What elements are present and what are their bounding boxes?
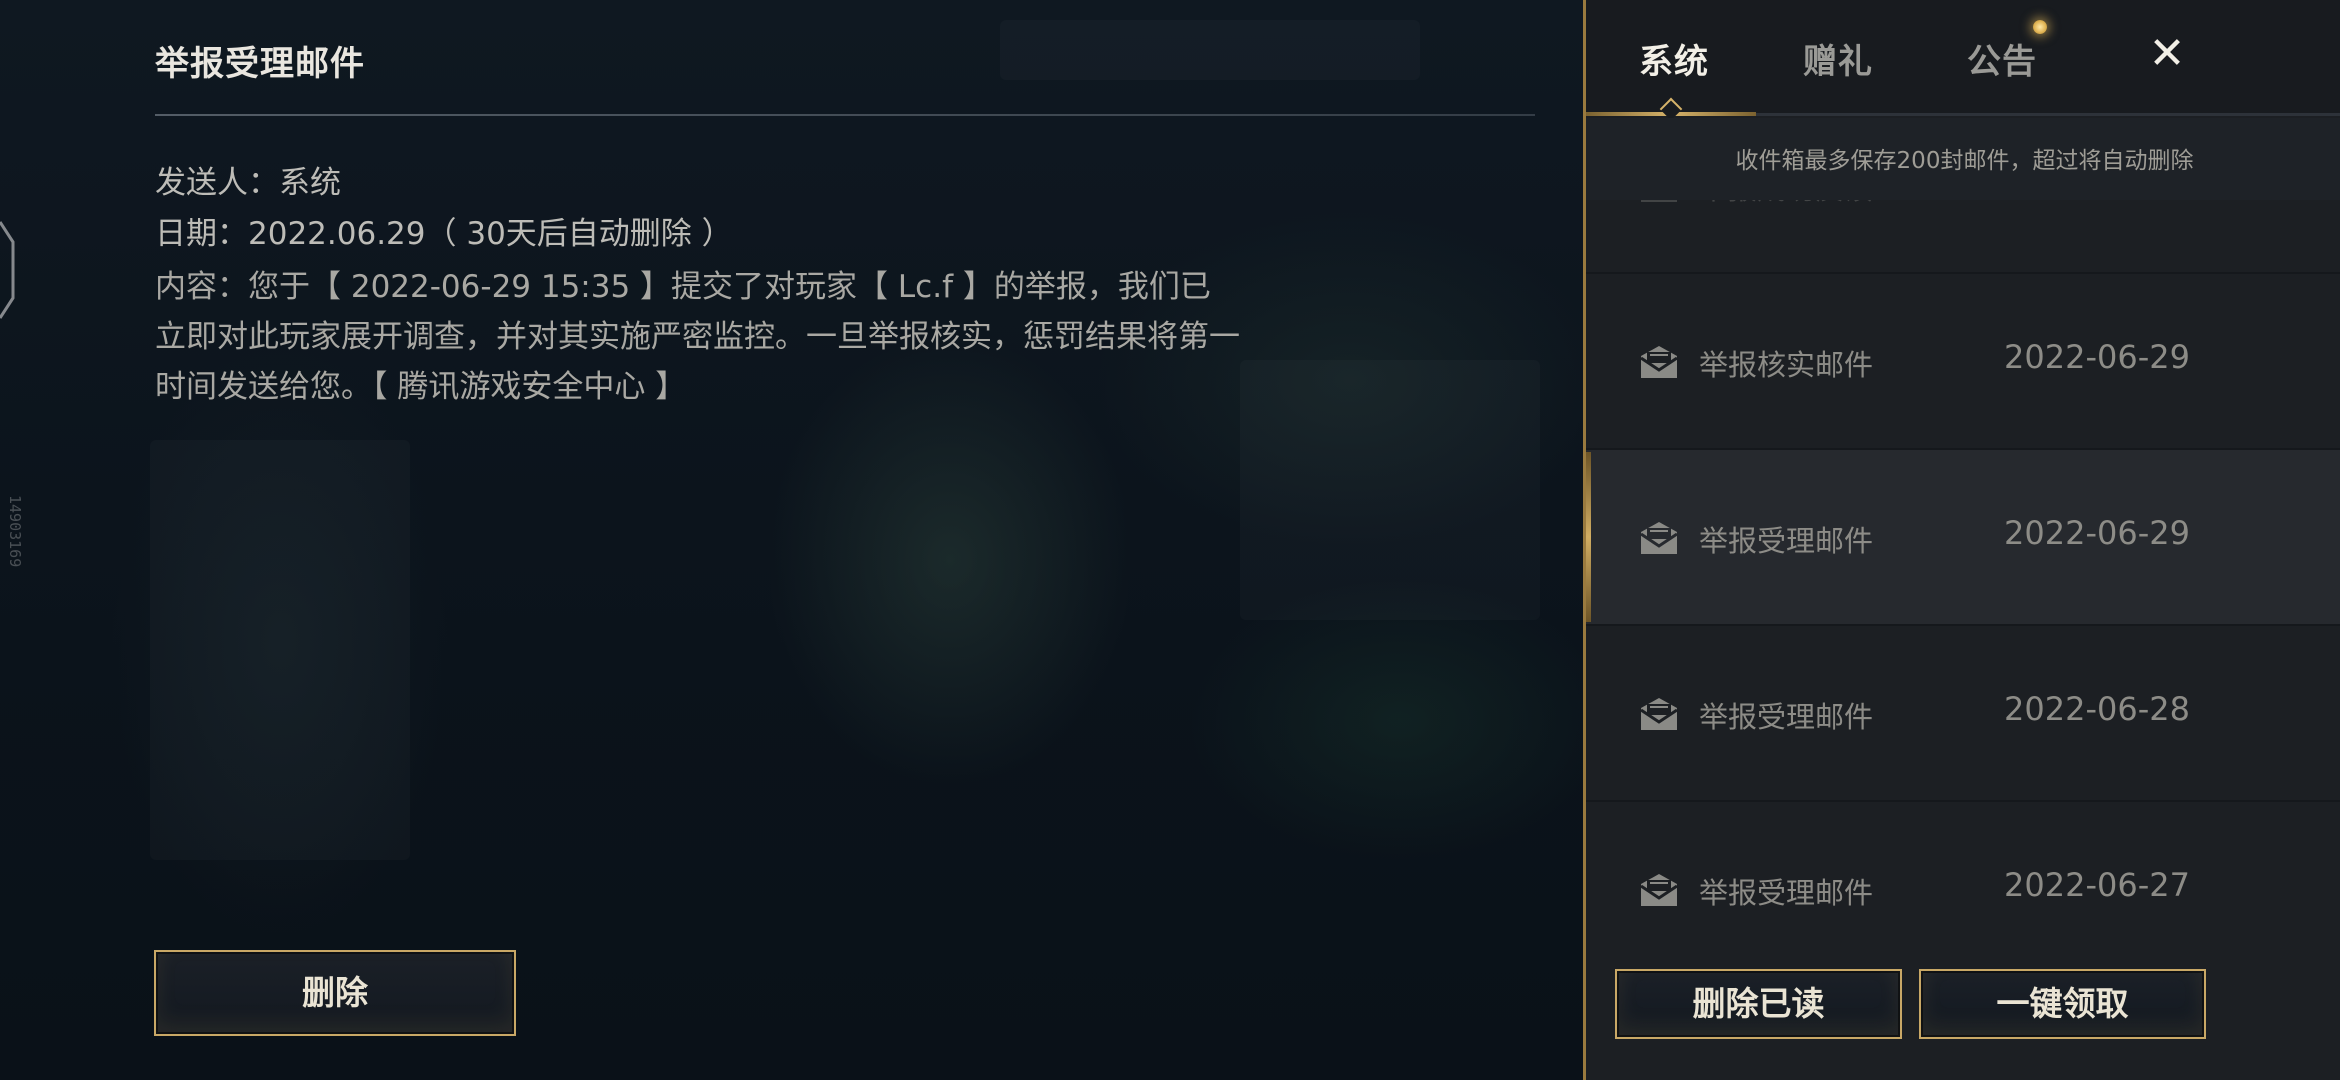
mail-title: 举报受理邮件 [1699,700,1874,734]
mail-detail: 举报受理邮件 发送人：系统 日期：2022.06.29（ 30天后自动删除 ） … [155,0,1535,1080]
mail-date: 2022-06-29 [2004,514,2190,552]
mail-title: 举报受理邮件 [1699,524,1874,558]
envelope-icon [1640,698,1678,730]
envelope-icon [1641,200,1677,202]
expiry-note: （ 30天后自动删除 ） [425,216,733,252]
mail-title: 举报成功反馈 [1699,200,1873,208]
close-icon[interactable]: ✕ [2144,32,2190,78]
active-tab-caret-icon [1659,97,1683,121]
mail-title: 举报核实邮件 [1699,348,1874,382]
mail-list-item[interactable]: 举报成功反馈 2022-06-29 [1586,200,2340,274]
mail-panel: 系统 赠礼 公告 ✕ 收件箱最多保存200封邮件，超过将自动删除 举报成功反馈 … [1583,0,2340,1080]
envelope-icon [1640,874,1678,906]
mail-list-item[interactable]: 举报受理邮件 2022-06-27 [1586,802,2340,940]
delete-button[interactable]: 删除 [154,950,516,1036]
envelope-icon [1640,522,1678,554]
mail-date: 2022-06-28 [2004,690,2190,728]
mail-date: 2022-06-29 [2004,338,2190,376]
sender-value: 系统 [279,165,341,201]
hexagon-frame-icon [0,221,15,319]
tab-gift[interactable]: 赠礼 [1803,34,1873,83]
sender-row: 发送人：系统 [155,157,341,202]
mail-detail-title: 举报受理邮件 [155,44,365,84]
mail-list-item[interactable]: 举报受理邮件 2022-06-28 [1586,626,2340,802]
new-dot-icon [2033,20,2047,34]
mail-title: 举报受理邮件 [1699,876,1874,910]
inbox-limit-notice: 收件箱最多保存200封邮件，超过将自动删除 [1586,118,2340,200]
delete-read-button[interactable]: 删除已读 [1615,969,1902,1039]
envelope-icon [1640,346,1678,378]
mail-date: 2022-06-27 [2004,866,2190,904]
selected-indicator [1586,452,1591,622]
claim-all-button[interactable]: 一键领取 [1919,969,2206,1039]
mail-content: 内容：您于【 2022-06-29 15:35 】提交了对玩家【 Lc.f 】的… [155,269,1240,405]
side-id-text: 14903169 [6,495,24,568]
tab-system[interactable]: 系统 [1639,34,1709,83]
divider [155,114,1535,116]
mail-list-item[interactable]: 举报核实邮件 2022-06-29 [1586,274,2340,450]
mail-list: 举报成功反馈 2022-06-29 举报核实邮件 2022-06-29 举报受理… [1586,200,2340,940]
sender-label: 发送人： [155,165,279,201]
tab-notice[interactable]: 公告 [1967,34,2037,83]
date-value: 2022.06.29 [248,216,426,252]
date-label: 日期： [155,216,248,252]
date-row: 日期：2022.06.29（ 30天后自动删除 ） [155,208,733,253]
tab-bar: 系统 赠礼 公告 ✕ [1586,0,2340,121]
mail-list-item[interactable]: 举报受理邮件 2022-06-29 [1586,450,2340,626]
